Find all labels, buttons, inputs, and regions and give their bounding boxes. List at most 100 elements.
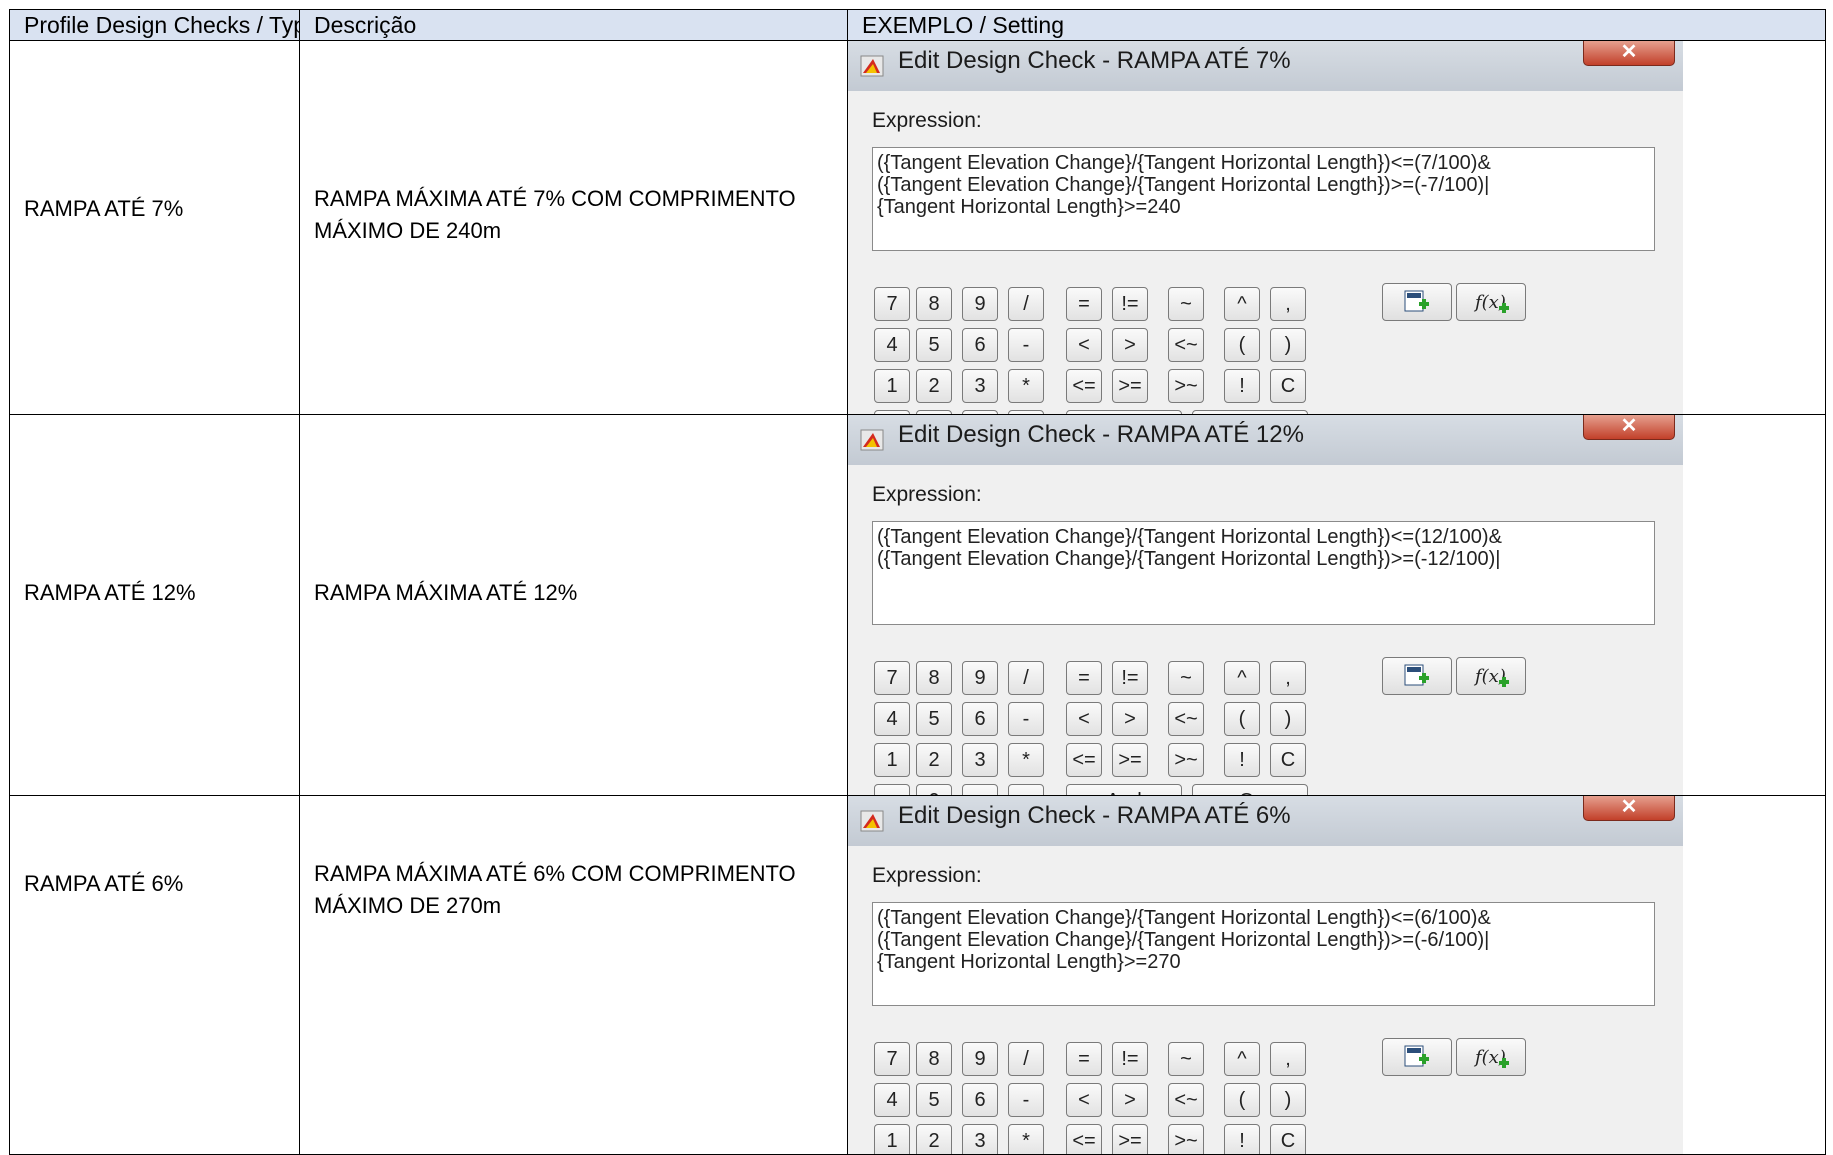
keypad-key-<[interactable]: < [1066,1083,1102,1117]
insert-property-icon[interactable] [1382,283,1452,321]
keypad-key-3[interactable]: 3 [962,743,998,777]
keypad-key--[interactable]: - [1008,702,1044,736]
keypad-key-*[interactable]: * [1008,369,1044,403]
keypad-key-/[interactable]: / [1008,1042,1044,1076]
keypad-key-<~[interactable]: <~ [1168,702,1204,736]
insert-property-icon[interactable] [1382,1038,1452,1076]
keypad-key--[interactable]: - [1008,328,1044,362]
keypad-key-9[interactable]: 9 [962,1042,998,1076]
keypad-key-)[interactable]: ) [1270,702,1306,736]
keypad-key-C[interactable]: C [1270,1124,1306,1154]
keypad-key-^[interactable]: ^ [1224,287,1260,321]
keypad-key-6[interactable]: 6 [962,702,998,736]
keypad-key-4[interactable]: 4 [874,328,910,362]
keypad-key-8[interactable]: 8 [916,661,952,695]
keypad-key-<=[interactable]: <= [1066,369,1102,403]
keypad-key-7[interactable]: 7 [874,661,910,695]
keypad-key-<~[interactable]: <~ [1168,328,1204,362]
keypad-key-<[interactable]: < [1066,328,1102,362]
keypad-key->[interactable]: > [1112,328,1148,362]
keypad-key-2[interactable]: 2 [916,369,952,403]
keypad-key-,[interactable]: , [1270,287,1306,321]
keypad-key-!=[interactable]: != [1112,287,1148,321]
keypad-key-![interactable]: ! [1224,743,1260,777]
keypad-key->[interactable]: > [1112,1083,1148,1117]
keypad-key-/[interactable]: / [1008,287,1044,321]
keypad-key-([interactable]: ( [1224,1083,1260,1117]
keypad-key-5[interactable]: 5 [916,702,952,736]
keypad-key-~[interactable]: ~ [1168,1042,1204,1076]
insert-function-icon[interactable]: f(x) [1456,1038,1526,1076]
keypad-key-9[interactable]: 9 [962,287,998,321]
insert-function-icon[interactable]: f(x) [1456,283,1526,321]
keypad-key-/[interactable]: / [1008,661,1044,695]
keypad-key-2[interactable]: 2 [916,743,952,777]
keypad-key->[interactable]: > [1112,702,1148,736]
keypad-key-~[interactable]: ~ [1168,287,1204,321]
keypad-key-^[interactable]: ^ [1224,1042,1260,1076]
keypad-key-<~[interactable]: <~ [1168,1083,1204,1117]
keypad-key-([interactable]: ( [1224,328,1260,362]
keypad-key-1[interactable]: 1 [874,743,910,777]
keypad-key-8[interactable]: 8 [916,287,952,321]
keypad-key-2[interactable]: 2 [916,1124,952,1154]
keypad-key-7[interactable]: 7 [874,287,910,321]
keypad-key-!=[interactable]: != [1112,1042,1148,1076]
expression-input[interactable]: ({Tangent Elevation Change}/{Tangent Hor… [872,902,1655,1006]
keypad-key->=[interactable]: >= [1112,369,1148,403]
keypad-key-6[interactable]: 6 [962,328,998,362]
keypad-key-<=[interactable]: <= [1066,743,1102,777]
keypad-key-9[interactable]: 9 [962,661,998,695]
keypad-key-6[interactable]: 6 [962,1083,998,1117]
keypad-key-^[interactable]: ^ [1224,661,1260,695]
keypad-key-([interactable]: ( [1224,702,1260,736]
keypad-key-C[interactable]: C [1270,369,1306,403]
dialog-body: Expression: ({Tangent Elevation Change}/{… [868,846,1683,1154]
keypad-key-4[interactable]: 4 [874,702,910,736]
keypad-key-.[interactable]: . [874,784,910,795]
keypad-key-8[interactable]: 8 [916,1042,952,1076]
keypad-key-1[interactable]: 1 [874,1124,910,1154]
keypad-key-![interactable]: ! [1224,369,1260,403]
keypad-key-C[interactable]: C [1270,743,1306,777]
keypad-key-5[interactable]: 5 [916,1083,952,1117]
keypad-key-)[interactable]: ) [1270,1083,1306,1117]
keypad-key-*[interactable]: * [1008,743,1044,777]
keypad-key->=[interactable]: >= [1112,1124,1148,1154]
keypad-key-0[interactable]: 0 [916,784,952,795]
keypad-key->~[interactable]: >~ [1168,743,1204,777]
keypad-key->=[interactable]: >= [1112,743,1148,777]
close-icon[interactable]: ✕ [1583,415,1675,440]
keypad-key-~[interactable]: ~ [1168,661,1204,695]
keypad-key-3[interactable]: 3 [962,369,998,403]
close-icon[interactable]: ✕ [1583,796,1675,821]
keypad-key-1[interactable]: 1 [874,369,910,403]
keypad-key-3[interactable]: 3 [962,1124,998,1154]
expression-input[interactable]: ({Tangent Elevation Change}/{Tangent Hor… [872,521,1655,625]
keypad-key--[interactable]: - [1008,1083,1044,1117]
keypad-key-<=[interactable]: <= [1066,1124,1102,1154]
keypad-key-!=[interactable]: != [1112,661,1148,695]
keypad-key-Or[interactable]: Or [1192,784,1308,795]
keypad-key-+[interactable]: + [1008,784,1044,795]
keypad-key-=[interactable]: = [1066,661,1102,695]
keypad-key-,[interactable]: , [1270,661,1306,695]
close-icon[interactable]: ✕ [1583,41,1675,66]
keypad-key-5[interactable]: 5 [916,328,952,362]
expression-input[interactable]: ({Tangent Elevation Change}/{Tangent Hor… [872,147,1655,251]
keypad-key-=[interactable]: = [1066,1042,1102,1076]
keypad-key-π[interactable]: π [962,784,998,795]
keypad-key-7[interactable]: 7 [874,1042,910,1076]
keypad-key-And[interactable]: And [1066,784,1182,795]
keypad-key-*[interactable]: * [1008,1124,1044,1154]
keypad-key-<[interactable]: < [1066,702,1102,736]
keypad-key->~[interactable]: >~ [1168,1124,1204,1154]
keypad-key-)[interactable]: ) [1270,328,1306,362]
insert-property-icon[interactable] [1382,657,1452,695]
keypad-key->~[interactable]: >~ [1168,369,1204,403]
insert-function-icon[interactable]: f(x) [1456,657,1526,695]
keypad-key-=[interactable]: = [1066,287,1102,321]
keypad-key-![interactable]: ! [1224,1124,1260,1154]
keypad-key-4[interactable]: 4 [874,1083,910,1117]
keypad-key-,[interactable]: , [1270,1042,1306,1076]
